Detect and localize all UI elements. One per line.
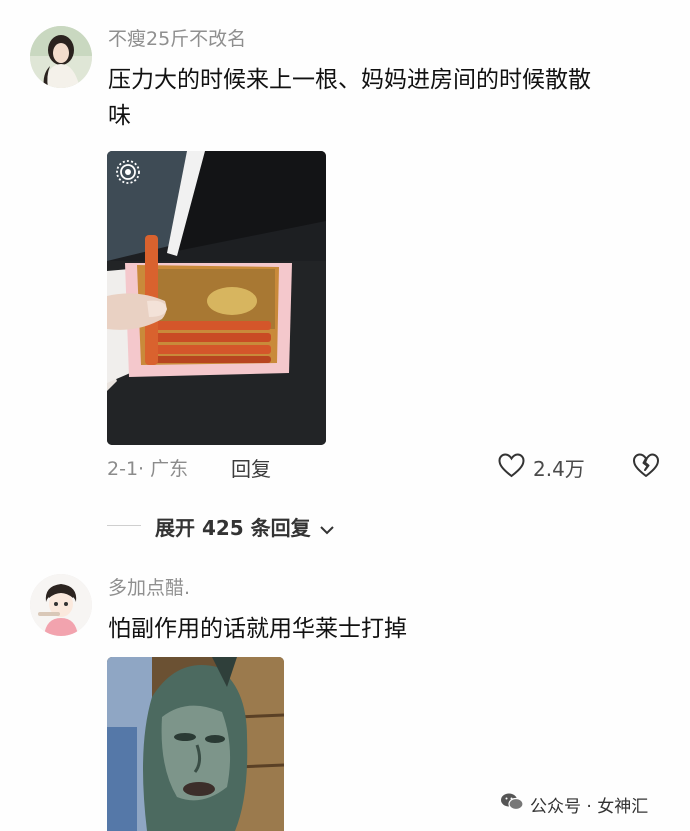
avatar[interactable] <box>30 26 92 88</box>
comment-photo[interactable] <box>107 151 326 445</box>
divider-line <box>107 525 141 526</box>
comment-username[interactable]: 不瘦25斤不改名 <box>108 27 246 51</box>
like-button[interactable]: 2.4万 <box>498 452 598 482</box>
chevron-down-icon <box>319 521 335 540</box>
expand-replies-label: 展开 425 条回复 <box>155 516 311 540</box>
comment-text: 压力大的时候来上一根、妈妈进房间的时候散散 味 <box>108 62 678 134</box>
comment-username[interactable]: 多加点醋. <box>108 576 190 600</box>
watermark: 公众号 · 女神汇 <box>500 790 680 817</box>
like-count: 2.4万 <box>533 457 585 481</box>
avatar[interactable] <box>30 574 92 636</box>
expand-replies-button[interactable]: 展开 425 条回复 <box>155 512 355 542</box>
live-photo-icon <box>116 160 140 184</box>
comment-text-line: 味 <box>108 103 131 129</box>
watermark-text: 公众号 · 女神汇 <box>530 797 649 817</box>
comment-photo[interactable] <box>107 657 284 831</box>
comment-meta: 2-1· 广东 <box>107 458 189 480</box>
comment-text-line: 压力大的时候来上一根、妈妈进房间的时候散散 <box>108 67 591 93</box>
reply-button[interactable]: 回复 <box>231 453 271 482</box>
wechat-icon <box>500 792 524 816</box>
broken-heart-icon[interactable] <box>632 453 660 482</box>
comment-text: 怕副作用的话就用华莱士打掉 <box>108 616 407 642</box>
heart-outline-icon <box>498 453 525 482</box>
